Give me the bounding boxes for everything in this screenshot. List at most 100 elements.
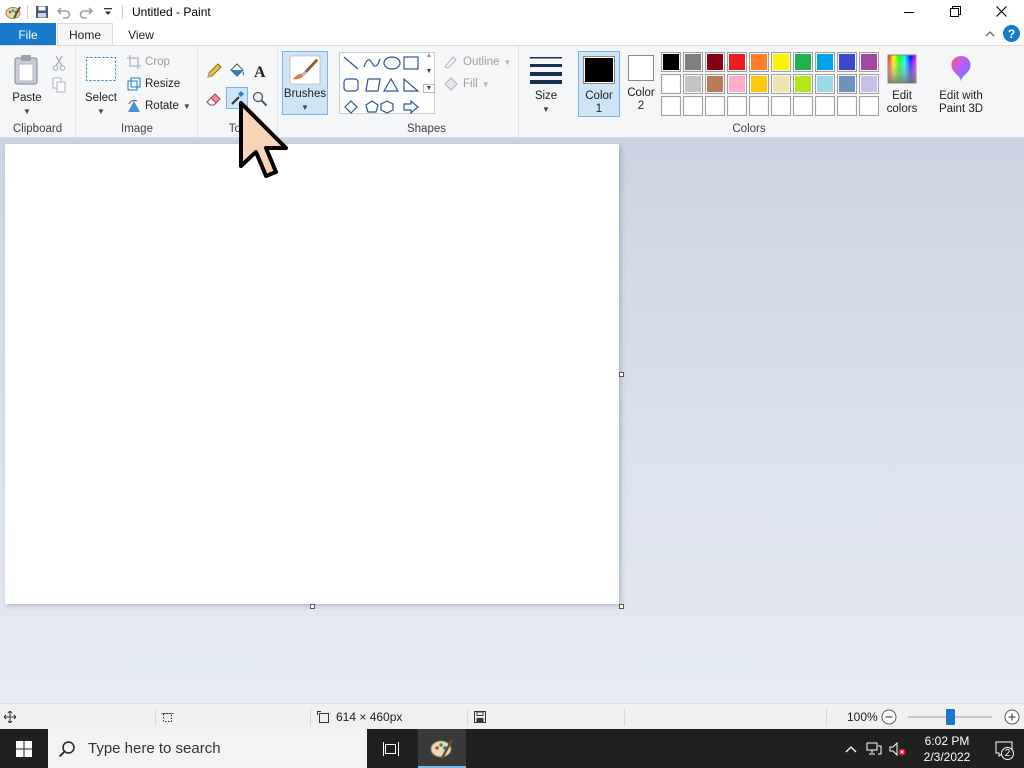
tab-file[interactable]: File: [0, 23, 56, 46]
crop-button[interactable]: Crop: [127, 52, 170, 72]
palette-swatch[interactable]: [683, 74, 703, 94]
palette-swatch[interactable]: [771, 52, 791, 72]
palette-swatch[interactable]: [815, 52, 835, 72]
palette-swatch[interactable]: [661, 74, 681, 94]
palette-swatch[interactable]: [793, 96, 813, 116]
close-icon[interactable]: [978, 0, 1024, 23]
palette-swatch[interactable]: [661, 96, 681, 116]
color2-button[interactable]: Color 2: [623, 55, 659, 113]
show-hidden-icons[interactable]: [840, 745, 862, 753]
size-button[interactable]: Size ▼: [526, 54, 566, 116]
pencil-icon[interactable]: [203, 60, 225, 82]
window-title: Untitled - Paint: [132, 4, 211, 19]
palette-swatch[interactable]: [727, 74, 747, 94]
edit-colors-button[interactable]: Edit colors: [881, 54, 923, 116]
start-button[interactable]: [0, 729, 48, 768]
image-size: 614 × 460px: [317, 704, 402, 730]
select-button[interactable]: Select ▼: [83, 56, 119, 118]
palette-swatch[interactable]: [793, 74, 813, 94]
canvas-resize-handle-bottom[interactable]: [310, 604, 315, 609]
undo-icon[interactable]: [53, 1, 75, 23]
palette-swatch[interactable]: [837, 52, 857, 72]
palette-swatch[interactable]: [859, 52, 879, 72]
help-icon[interactable]: ?: [1003, 25, 1020, 42]
clock-time: 6:02 PM: [924, 733, 970, 748]
paint3d-icon: [951, 56, 971, 82]
palette-swatch[interactable]: [749, 52, 769, 72]
palette-swatch[interactable]: [771, 96, 791, 116]
fill-bucket-icon[interactable]: [226, 60, 248, 82]
palette-swatch[interactable]: [859, 74, 879, 94]
save-icon[interactable]: [31, 1, 53, 23]
tab-home[interactable]: Home: [57, 23, 113, 46]
fill-button[interactable]: Fill ▼: [443, 74, 490, 94]
clock[interactable]: 6:02 PM 2/3/2022: [910, 733, 984, 765]
palette-swatch-color: [817, 98, 833, 114]
palette-swatch[interactable]: [683, 96, 703, 116]
canvas-resize-handle-corner[interactable]: [619, 604, 624, 609]
canvas-workspace[interactable]: [0, 138, 1024, 703]
paint-app-icon[interactable]: [2, 1, 24, 23]
zoom-in-button[interactable]: [1004, 704, 1020, 730]
ribbon-tabs: File Home View ?: [0, 23, 1024, 46]
palette-swatch-color: [773, 98, 789, 114]
taskbar-paint-app[interactable]: [418, 729, 466, 768]
shapes-gallery[interactable]: [339, 52, 435, 115]
task-view-button[interactable]: [368, 729, 416, 768]
palette-swatch[interactable]: [705, 74, 725, 94]
palette-swatch[interactable]: [837, 74, 857, 94]
palette-swatch[interactable]: [705, 96, 725, 116]
text-tool-icon[interactable]: A: [249, 60, 271, 82]
zoom-out-button[interactable]: [881, 704, 897, 730]
tab-view[interactable]: View: [113, 23, 169, 46]
redo-icon[interactable]: [75, 1, 97, 23]
chevron-down-icon: ▼: [503, 57, 512, 67]
palette-swatch[interactable]: [727, 96, 747, 116]
eraser-icon[interactable]: [203, 88, 225, 110]
palette-swatch[interactable]: [771, 74, 791, 94]
volume-muted-icon[interactable]: [886, 741, 910, 756]
copy-icon[interactable]: [48, 74, 70, 96]
palette-swatch[interactable]: [815, 74, 835, 94]
zoom-slider-thumb[interactable]: [945, 709, 955, 725]
collapse-ribbon-icon[interactable]: [985, 29, 995, 39]
palette-swatch[interactable]: [705, 52, 725, 72]
zoom-percent: 100%: [847, 710, 878, 724]
chevron-down-icon: ▼: [97, 107, 105, 116]
palette-swatch[interactable]: [683, 52, 703, 72]
palette-swatch[interactable]: [749, 74, 769, 94]
network-icon[interactable]: [862, 742, 886, 756]
color2-number: 2: [637, 100, 645, 112]
color2-label: Color: [627, 87, 655, 99]
edit-with-paint3d-button[interactable]: Edit with Paint 3D: [932, 54, 990, 116]
shapes-scroll[interactable]: ▲ ▼ ▼: [423, 52, 435, 114]
color1-button[interactable]: Color 1: [578, 51, 620, 117]
palette-swatch[interactable]: [793, 52, 813, 72]
cut-icon[interactable]: [48, 52, 70, 74]
separator: [27, 4, 28, 19]
edit-colors-label-2: colors: [886, 103, 918, 115]
minimize-icon[interactable]: [886, 0, 932, 23]
palette-swatch[interactable]: [859, 96, 879, 116]
color1-swatch: [583, 56, 615, 84]
palette-swatch-color: [707, 54, 723, 70]
size-group: Size ▼: [520, 46, 572, 138]
palette-swatch[interactable]: [815, 96, 835, 116]
palette-swatch[interactable]: [727, 52, 747, 72]
palette-swatch[interactable]: [661, 52, 681, 72]
paste-button[interactable]: Paste ▼: [8, 54, 46, 118]
customize-quick-access-icon[interactable]: [97, 1, 119, 23]
canvas-resize-handle-right[interactable]: [619, 372, 624, 377]
action-center-button[interactable]: 2: [984, 729, 1024, 768]
restore-icon[interactable]: [932, 0, 978, 23]
outline-button[interactable]: Outline ▼: [443, 52, 511, 72]
size-label: Size: [534, 90, 558, 102]
rotate-button[interactable]: Rotate ▼: [127, 96, 191, 116]
palette-swatch[interactable]: [749, 96, 769, 116]
taskbar: Type here to search 6:02 PM 2/3/2022 2: [0, 729, 1024, 768]
resize-button[interactable]: Resize: [127, 74, 180, 94]
palette-swatch[interactable]: [837, 96, 857, 116]
drawing-canvas[interactable]: [5, 144, 619, 604]
taskbar-search-box[interactable]: Type here to search: [48, 729, 367, 768]
chevron-down-icon: ▼: [301, 103, 309, 112]
